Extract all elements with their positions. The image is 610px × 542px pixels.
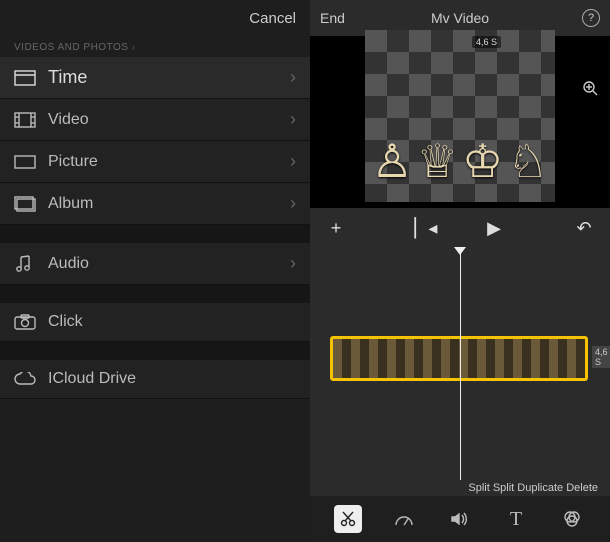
audio-icon (14, 255, 36, 273)
undo-button[interactable]: ↶ (572, 218, 596, 239)
chevron-right-icon: › (290, 109, 296, 130)
divider (0, 225, 310, 243)
menu-label: Audio (48, 255, 89, 273)
volume-tool[interactable] (446, 505, 474, 533)
divider (0, 285, 310, 303)
help-icon[interactable]: ? (582, 9, 600, 27)
menu-item-camera[interactable]: Click (0, 303, 310, 342)
preview-area: 4,6 S ♙♕♔♘ (310, 36, 610, 208)
cancel-button[interactable]: Cancel (249, 10, 296, 27)
chevron-right-icon: › (290, 253, 296, 274)
add-media-button[interactable]: + (324, 218, 348, 239)
zoom-icon[interactable] (582, 80, 598, 96)
speed-tool[interactable] (390, 505, 418, 533)
menu-item-icloud[interactable]: ICloud Drive (0, 360, 310, 399)
divider (0, 342, 310, 360)
play-button[interactable]: ▶ (482, 218, 506, 239)
timeline[interactable]: 4,6 S (310, 248, 610, 480)
moments-icon (14, 69, 36, 87)
menu-label: Click (48, 313, 83, 331)
menu-label: ICloud Drive (48, 370, 136, 388)
menu-item-photo[interactable]: Picture › (0, 141, 310, 183)
cut-tool[interactable] (334, 505, 362, 533)
chevron-right-icon: › (290, 67, 296, 88)
video-icon (14, 111, 36, 129)
filter-tool[interactable] (558, 505, 586, 533)
menu-label: Time (48, 67, 87, 88)
menu-item-moments[interactable]: Time › (0, 57, 310, 99)
text-tool[interactable]: T (502, 505, 530, 533)
clip-duration: 4,6 S (592, 346, 610, 368)
preview-duration: 4,6 S (472, 36, 501, 48)
video-content: ♙♕♔♘ (365, 138, 555, 184)
done-button[interactable]: End (320, 10, 345, 26)
edit-toolbar: T (310, 496, 610, 542)
menu-item-video[interactable]: Video › (0, 99, 310, 141)
playhead[interactable] (460, 248, 461, 480)
cloud-icon (14, 370, 36, 388)
skip-back-button[interactable]: ▏◂ (414, 218, 438, 239)
chevron-right-icon: › (290, 193, 296, 214)
timeline-controls: + ▏◂ ▶ ↶ (310, 208, 610, 248)
video-clip[interactable] (330, 336, 588, 381)
menu-label: Album (48, 195, 93, 213)
menu-item-audio[interactable]: Audio › (0, 243, 310, 285)
project-title[interactable]: Mv Video (431, 10, 489, 26)
menu-label: Picture (48, 153, 98, 171)
photo-icon (14, 153, 36, 171)
menu-label: Video (48, 111, 89, 129)
left-top-bar: Cancel (0, 0, 310, 36)
camera-icon (14, 313, 36, 331)
album-icon (14, 195, 36, 213)
chevron-right-icon: › (290, 151, 296, 172)
menu-item-album[interactable]: Album › (0, 183, 310, 225)
video-preview[interactable]: 4,6 S ♙♕♔♘ (365, 30, 555, 202)
clip-actions[interactable]: Split Split Duplicate Delete (310, 480, 610, 496)
media-panel: Cancel Videos and Photos Time › Video › … (0, 0, 310, 542)
editor-panel: End Mv Video ? 4,6 S ♙♕♔♘ + ▏◂ ▶ ↶ 4,6 S… (310, 0, 610, 542)
section-header[interactable]: Videos and Photos (0, 36, 310, 57)
